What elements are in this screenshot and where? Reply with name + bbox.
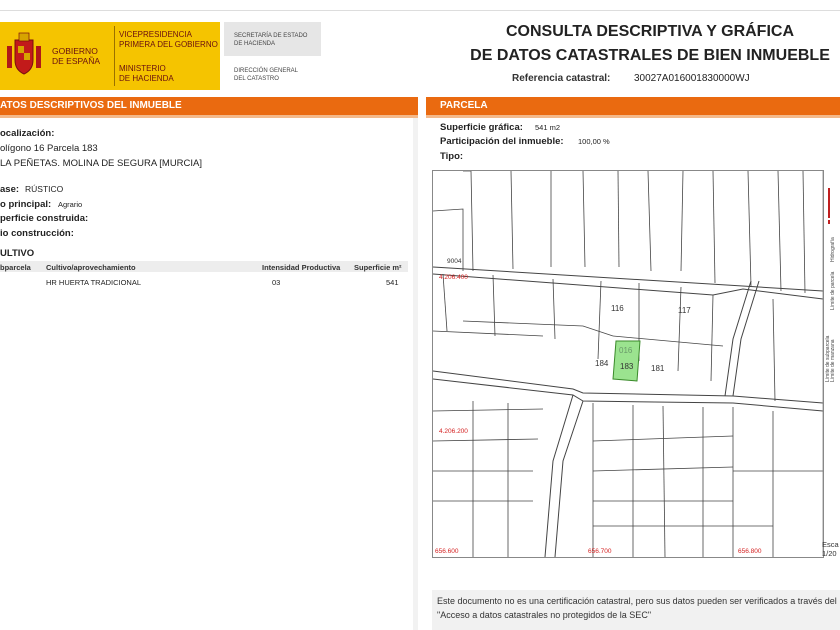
parcel-181-label: 181 [651,364,665,373]
legend-limite-parcela: Límite de parcela [830,271,836,310]
cultivo-row-cultivo: HR HUERTA TRADICIONAL [46,278,142,287]
document-title-line2: DE DATOS CATASTRALES DE BIEN INMUEBLE [470,47,830,64]
cultivo-row-superficie: 541 [386,278,399,287]
parcel-117-label: 117 [678,306,691,315]
gobierno-de-espana-text: GOBIERNO DE ESPAÑA [52,46,101,66]
parcela-header-label: PARCELA [440,100,488,111]
clase-value: RÚSTICO [25,184,64,194]
scale-indicator: Esca 1/20 [822,540,839,558]
col-intensidad: Intensidad Productiva [262,263,341,272]
col-subparcela: bparcela [0,263,31,272]
parcel-183-label: 183 [620,362,634,371]
disclaimer-text: Este documento no es una certificación c… [437,596,837,620]
direccion-general-text: DIRECCIÓN GENERAL DEL CATASTRO [234,68,299,82]
participacion-label: Participación del inmueble: [440,136,564,147]
secretaria-text: SECRETARÍA DE ESTADO DE HACIENDA [234,33,308,47]
vicepresidencia-text: VICEPRESIDENCIA PRIMERA DEL GOBIERNO [119,30,218,49]
top-divider [0,10,840,11]
left-panel-edge [413,118,418,630]
parcel-184-label: 184 [595,359,609,368]
map-legend: Hidrografía Límite de parcela Límite de … [822,170,836,556]
coord-bottom-2: 656.700 [588,548,612,555]
code-9004-label: 9004 [447,258,462,265]
localizacion-line2: LA PEÑETAS. MOLINA DE SEGURA [MURCIA] [0,158,203,169]
uso-value: Agrario [58,200,83,209]
coord-top-left: 4.206.400 [439,274,468,281]
legend-hidrografia: Hidrografía [830,237,836,262]
parcela-header-underline [426,115,840,118]
parcel-116-label: 116 [611,304,624,313]
scale-value: 1/20 [822,549,837,558]
anio-construccion-label: io construcción: [0,228,74,239]
coat-of-arms-icon [7,32,41,75]
superficie-grafica-label: Superficie gráfica: [440,122,523,133]
ministerio-text: MINISTERIO DE HACIENDA [119,64,174,83]
parcela-header: PARCELA [426,97,840,115]
scale-label: Esca [822,540,839,549]
localizacion-line1: olígono 16 Parcela 183 [0,143,98,154]
col-superficie: Superficie m² [354,263,402,272]
referencia-label: Referencia catastral: [512,73,611,84]
uso-label: o principal: [0,199,52,210]
legend-limite-subparcela: Límite de subparcela [825,335,831,382]
superficie-construida-label: perficie construida: [0,213,89,224]
coord-bottom-1: 656.600 [435,548,459,555]
cadastral-map[interactable]: 116 117 184 016 183 181 9004 4.206.400 4… [432,170,824,558]
superficie-grafica-value: 541 m2 [535,123,561,132]
cultivo-row-intensidad: 03 [272,278,281,287]
tipo-label: Tipo: [440,151,464,162]
localizacion-label: ocalización: [0,128,55,139]
referencia-value: 30027A016001830000WJ [634,73,750,84]
descriptive-data-header: ATOS DESCRIPTIVOS DEL INMUEBLE [0,97,418,115]
participacion-value: 100,00 % [578,137,610,146]
col-cultivo: Cultivo/aprovechamiento [46,263,136,272]
parcel-016-label: 016 [619,346,633,355]
coord-mid-left: 4.206.200 [439,428,468,435]
descriptive-header-underline [0,115,418,118]
document-title-line1: CONSULTA DESCRIPTIVA Y GRÁFICA [505,23,794,40]
header-separator [114,26,115,86]
coord-bottom-3: 656.800 [738,548,762,555]
clase-label: ase: [0,184,20,195]
cultivo-title: ULTIVO [0,248,35,259]
